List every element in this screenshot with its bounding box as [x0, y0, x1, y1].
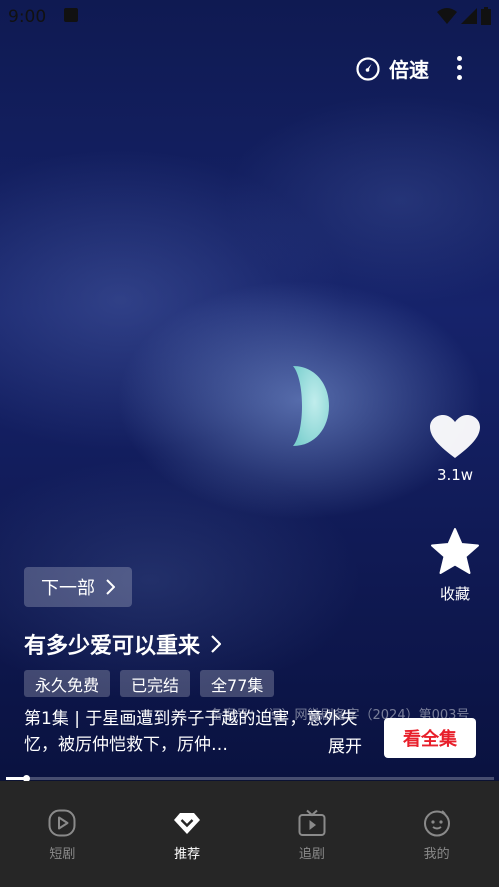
tag-completed: 已完结	[120, 670, 191, 697]
nav-item-recommend[interactable]: 推荐	[125, 781, 250, 887]
drama-title: 有多少爱可以重来	[24, 634, 201, 659]
nav-item-profile[interactable]: 我的	[374, 781, 499, 887]
nav-label: 推荐	[174, 847, 201, 862]
episode-description: 第1集 | 于星画遭到养子于越的迫害，意外失忆，被厉仲恺救下，厉仲…	[24, 709, 358, 755]
drama-title-link[interactable]: 有多少爱可以重来	[24, 628, 222, 660]
chevron-right-icon	[106, 579, 115, 595]
next-drama-button[interactable]: 下一部	[24, 567, 132, 607]
wifi-icon	[437, 8, 457, 24]
expand-button[interactable]: 展开	[328, 732, 362, 757]
chevron-right-icon	[211, 635, 222, 653]
battery-icon	[481, 7, 491, 25]
like-button[interactable]: 3.1w	[428, 414, 482, 484]
nav-item-short-drama[interactable]: 短剧	[0, 781, 125, 887]
smile-face-icon	[423, 810, 450, 837]
status-time: 9:00	[8, 7, 47, 27]
heart-icon	[430, 415, 480, 458]
speed-icon	[356, 56, 380, 81]
bottom-nav: 短剧 推荐 追剧 我的	[0, 781, 499, 887]
dot	[456, 56, 462, 62]
more-options-button[interactable]	[448, 54, 470, 82]
nav-label: 我的	[423, 847, 450, 862]
dot	[456, 74, 462, 80]
signal-icon	[461, 8, 477, 24]
star-icon	[431, 528, 479, 574]
moon-image	[293, 366, 329, 446]
progress-bar[interactable]	[6, 775, 494, 782]
tv-icon	[298, 809, 326, 836]
watch-all-button[interactable]: 看全集	[384, 718, 476, 758]
status-bar: 9:00	[0, 0, 499, 34]
next-drama-label: 下一部	[41, 578, 95, 599]
speed-button[interactable]: 倍速	[355, 54, 429, 83]
notification-icon	[64, 8, 78, 22]
like-count: 3.1w	[436, 466, 474, 484]
video-player[interactable]	[0, 0, 499, 780]
play-circle-icon	[48, 809, 76, 837]
favorite-button[interactable]: 收藏	[428, 527, 482, 604]
nav-label: 短剧	[49, 847, 76, 862]
diamond-icon	[174, 813, 201, 834]
dot	[456, 65, 462, 71]
favorite-label: 收藏	[439, 585, 470, 603]
drama-tags: 永久免费 已完结 全77集	[24, 670, 275, 697]
nav-label: 追剧	[298, 847, 325, 862]
nav-item-follow[interactable]: 追剧	[250, 781, 375, 887]
tag-episode-count: 全77集	[200, 670, 275, 697]
speed-label: 倍速	[389, 58, 429, 82]
tag-free: 永久免费	[24, 670, 111, 697]
